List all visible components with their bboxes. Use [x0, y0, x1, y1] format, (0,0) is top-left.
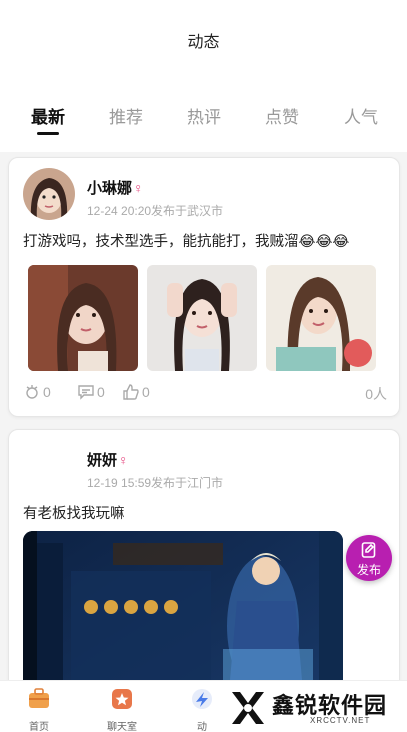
- nav-home-label: 首页: [29, 722, 49, 732]
- header: 动态 最新 推荐 热评 点赞 人气: [0, 0, 407, 152]
- nav-feed[interactable]: 动: [174, 688, 230, 732]
- post-meta: 12-19 15:59发布于江门市: [87, 476, 224, 490]
- nav-home[interactable]: 首页: [11, 688, 67, 732]
- watermark-logo: 鑫锐软件园 XRCCTV.NET: [228, 686, 398, 730]
- photo-girl-1[interactable]: [28, 265, 138, 371]
- x-logo-icon: [232, 692, 264, 724]
- feed-icon: [192, 689, 212, 709]
- post-stats: 0 0 0 0人: [23, 383, 387, 403]
- edit-icon: [361, 542, 376, 558]
- comment-icon: [78, 385, 94, 400]
- avatar[interactable]: [23, 168, 75, 220]
- tab-popularity[interactable]: 人气: [344, 103, 378, 128]
- post-content: 打游戏吗，技术型选手，能抗能打，我贼溜😂😂😂: [23, 234, 350, 250]
- watermark-subtitle: XRCCTV.NET: [310, 716, 371, 725]
- tab-recommended[interactable]: 推荐: [109, 103, 143, 128]
- female-icon: ♀: [133, 180, 144, 196]
- post-card[interactable]: 小琳娜♀ 12-24 20:20发布于武汉市 打游戏吗，技术型选手，能抗能打，我…: [8, 157, 400, 417]
- comment-stat[interactable]: 0: [77, 383, 105, 401]
- nav-chatroom[interactable]: 聊天室: [94, 688, 150, 732]
- briefcase-icon: [29, 688, 49, 708]
- page-title: 动态: [187, 34, 220, 51]
- username[interactable]: 妍妍♀: [87, 449, 129, 470]
- thumbs-up-icon: [123, 384, 139, 400]
- female-icon: ♀: [118, 452, 129, 468]
- tab-likes[interactable]: 点赞: [265, 103, 299, 128]
- tab-hot-comments[interactable]: 热评: [187, 103, 221, 128]
- gift-stat[interactable]: 0: [23, 383, 51, 401]
- gift-icon: [26, 385, 38, 399]
- publish-button[interactable]: 发布: [346, 535, 392, 581]
- nav-chatroom-label: 聊天室: [107, 722, 137, 732]
- tab-indicator: [37, 132, 59, 135]
- star-icon: [112, 689, 132, 709]
- nav-feed-label: 动: [197, 722, 207, 732]
- post-meta: 12-24 20:20发布于武汉市: [87, 204, 224, 218]
- tab-bar: 最新 推荐 热评 点赞 人气: [0, 103, 407, 139]
- tab-latest[interactable]: 最新: [31, 103, 65, 128]
- post-content: 有老板找我玩嘛: [23, 506, 125, 522]
- photo-girl-3[interactable]: [266, 265, 376, 371]
- publish-label: 发布: [356, 563, 381, 577]
- username[interactable]: 小琳娜♀: [87, 177, 144, 198]
- view-count: 0人: [365, 386, 387, 402]
- like-stat[interactable]: 0: [122, 383, 150, 401]
- photo-girl-2[interactable]: [147, 265, 257, 371]
